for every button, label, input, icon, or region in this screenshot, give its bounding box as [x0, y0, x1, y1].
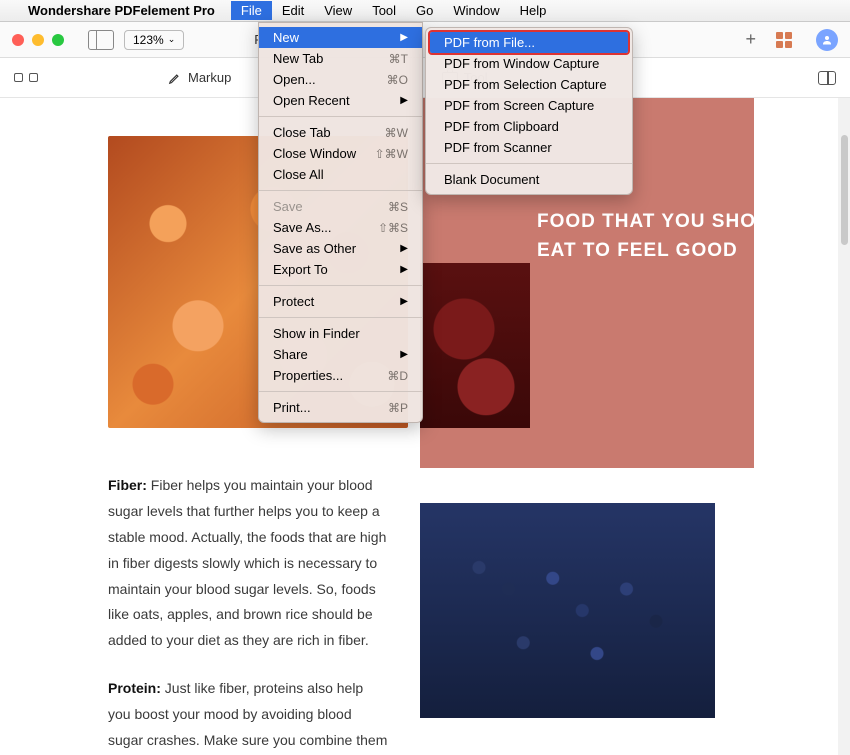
fiber-text: Fiber helps you maintain your blood suga… [108, 477, 386, 648]
file-menu-show-in-finder[interactable]: Show in Finder [259, 323, 422, 344]
body-text: Fiber: Fiber helps you maintain your blo… [108, 473, 388, 755]
menu-window[interactable]: Window [443, 1, 509, 20]
zoom-value: 123% [133, 33, 164, 47]
submenu-blank-document[interactable]: Blank Document [426, 169, 632, 190]
file-menu-save-as[interactable]: Save As... ⇧⌘S [259, 217, 422, 238]
file-menu-export-to[interactable]: Export To ▶ [259, 259, 422, 280]
image-pomegranate [420, 263, 530, 428]
mac-menubar: Wondershare PDFelement Pro File Edit Vie… [0, 0, 850, 22]
menu-tool[interactable]: Tool [362, 1, 406, 20]
file-menu-save: Save ⌘S [259, 196, 422, 217]
file-new-submenu: PDF from File... PDF from Window Capture… [425, 27, 633, 195]
submenu-arrow-icon: ▶ [400, 95, 408, 106]
file-menu-close-all[interactable]: Close All [259, 164, 422, 185]
markup-label: Markup [188, 70, 231, 85]
app-name: Wondershare PDFelement Pro [28, 3, 215, 18]
file-menu-share[interactable]: Share ▶ [259, 344, 422, 365]
templates-icon[interactable] [776, 32, 792, 48]
zoom-selector[interactable]: 123% ⌄ [124, 30, 184, 50]
sidebar-toggle-icon[interactable] [88, 30, 114, 50]
hero-headline: FOOD THAT YOU SHOULD EAT TO FEEL GOOD [537, 208, 838, 265]
menu-help[interactable]: Help [510, 1, 557, 20]
account-avatar-icon[interactable] [816, 29, 838, 51]
file-menu-new-tab[interactable]: New Tab ⌘T [259, 48, 422, 69]
document-canvas: FOOD THAT YOU SHOULD EAT TO FEEL GOOD Fi… [0, 98, 850, 755]
submenu-pdf-from-file[interactable]: PDF from File... [430, 32, 628, 53]
close-window-icon[interactable] [12, 34, 24, 46]
minimize-window-icon[interactable] [32, 34, 44, 46]
menu-go[interactable]: Go [406, 1, 443, 20]
protein-label: Protein: [108, 680, 161, 696]
chevron-down-icon: ⌄ [168, 34, 176, 45]
file-menu-open[interactable]: Open... ⌘O [259, 69, 422, 90]
traffic-lights [12, 34, 64, 46]
submenu-pdf-from-screen-capture[interactable]: PDF from Screen Capture [426, 95, 632, 116]
submenu-arrow-icon: ▶ [400, 243, 408, 254]
new-tab-button[interactable]: + [745, 29, 756, 50]
submenu-pdf-from-selection-capture[interactable]: PDF from Selection Capture [426, 74, 632, 95]
file-menu-properties[interactable]: Properties... ⌘D [259, 365, 422, 386]
menu-edit[interactable]: Edit [272, 1, 314, 20]
file-menu-new-label: New [273, 30, 299, 45]
markup-button[interactable]: Markup [168, 70, 231, 85]
submenu-arrow-icon: ▶ [400, 296, 408, 307]
file-menu-protect[interactable]: Protect ▶ [259, 291, 422, 312]
file-menu-print[interactable]: Print... ⌘P [259, 397, 422, 418]
thumbnails-icon[interactable] [14, 73, 38, 82]
fullscreen-window-icon[interactable] [52, 34, 64, 46]
image-blueberries [420, 503, 715, 718]
split-view-icon[interactable] [818, 71, 836, 85]
file-menu-save-as-other[interactable]: Save as Other ▶ [259, 238, 422, 259]
submenu-arrow-icon: ▶ [400, 32, 408, 43]
file-menu-new[interactable]: New ▶ [259, 27, 422, 48]
menu-file[interactable]: File [231, 1, 272, 20]
submenu-pdf-from-clipboard[interactable]: PDF from Clipboard [426, 116, 632, 137]
file-menu-close-window[interactable]: Close Window ⇧⌘W [259, 143, 422, 164]
submenu-pdf-from-scanner[interactable]: PDF from Scanner [426, 137, 632, 158]
file-menu-open-recent[interactable]: Open Recent ▶ [259, 90, 422, 111]
submenu-arrow-icon: ▶ [400, 264, 408, 275]
fiber-label: Fiber: [108, 477, 147, 493]
submenu-arrow-icon: ▶ [400, 349, 408, 360]
submenu-pdf-from-window-capture[interactable]: PDF from Window Capture [426, 53, 632, 74]
file-menu-close-tab[interactable]: Close Tab ⌘W [259, 122, 422, 143]
vertical-scrollbar[interactable] [841, 135, 848, 245]
menu-view[interactable]: View [314, 1, 362, 20]
file-menu-dropdown: New ▶ New Tab ⌘T Open... ⌘O Open Recent … [258, 22, 423, 423]
